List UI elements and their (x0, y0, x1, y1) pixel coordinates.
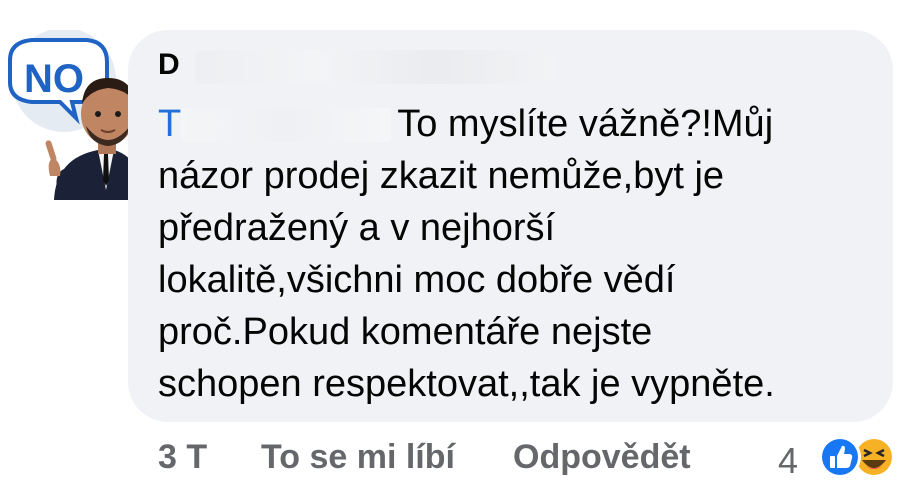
no-bubble-text: NO (24, 57, 84, 101)
reaction-count: 4 (778, 440, 799, 481)
like-reaction-icon (819, 436, 861, 478)
comment-text-line-6: schopen respektovat,,tak je vypněte. (158, 363, 775, 405)
comment-text-line-3: předražený a v nejhorší (158, 207, 556, 249)
comment-text-line-1: To myslíte vážně?!Můj (397, 103, 774, 145)
comment-timestamp[interactable]: 3 T (158, 438, 207, 477)
like-button[interactable]: To se mi líbí (261, 438, 455, 477)
comment-text: T To myslíte vážně?!Můj názor prodej zkaz… (158, 98, 858, 410)
reaction-icons (819, 436, 895, 478)
comment-line-1: T To myslíte vážně?!Můj (158, 98, 858, 150)
mention-link[interactable]: T (158, 103, 181, 145)
mention-redacted (181, 108, 392, 142)
comment-author[interactable]: D (158, 48, 180, 82)
comment-text-line-5: proč.Pokud komentáře nejste (158, 311, 653, 353)
comment-text-line-4: lokalitě,všichni moc dobře vědí (158, 259, 676, 301)
author-name-redacted (195, 50, 555, 84)
reply-button[interactable]: Odpovědět (513, 438, 691, 477)
comment-text-line-2: názor prodej zkazit nemůže,byt je (158, 155, 725, 197)
